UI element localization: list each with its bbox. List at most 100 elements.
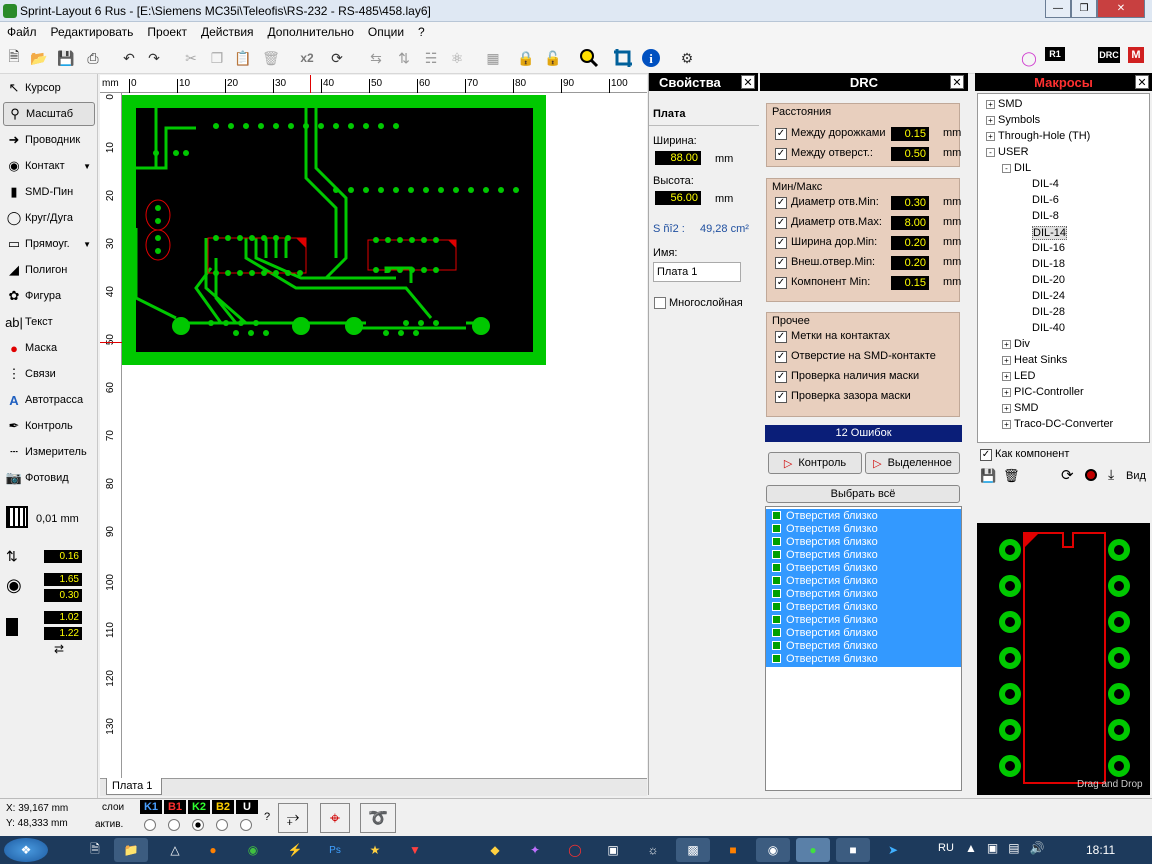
delete-macro-icon[interactable]: 🗑	[1003, 468, 1020, 484]
taskbar-telegram[interactable]: ➤	[876, 838, 910, 862]
tree-item[interactable]: SMD	[1014, 402, 1038, 414]
grid-icon[interactable]	[6, 506, 28, 528]
dropdown-arrow-icon[interactable]: ▼	[83, 162, 91, 171]
tree-item[interactable]: DIL-18	[1032, 258, 1065, 270]
tree-item[interactable]: DIL-8	[1032, 210, 1059, 222]
expand-icon[interactable]: +	[1002, 404, 1011, 413]
tool-connections[interactable]: ⋮ Связи	[3, 362, 95, 386]
smd-width-value[interactable]: 1.02	[44, 611, 82, 624]
properties-close-button[interactable]: ✕	[741, 75, 755, 89]
error-list[interactable]: Отверстия близко Отверстия близко Отверсти…	[765, 506, 962, 791]
active-layer-radio[interactable]	[216, 819, 228, 831]
error-list-item[interactable]: Отверстия близко	[772, 574, 962, 587]
taskbar-app-1[interactable]: 🗎	[78, 838, 112, 862]
undo-icon[interactable]: ↶	[118, 47, 140, 69]
error-list-item[interactable]: Отверстия близко	[772, 561, 962, 574]
expand-icon[interactable]: +	[986, 100, 995, 109]
error-list-item[interactable]: Отверстия близко	[772, 548, 962, 561]
error-list-item[interactable]: Отверстия близко	[772, 509, 962, 522]
track-width-value[interactable]: 0.16	[44, 550, 82, 563]
taskbar-app-19[interactable]: ■	[836, 838, 870, 862]
active-layer-radio[interactable]	[168, 819, 180, 831]
taskbar-sprint-layout[interactable]: ●	[796, 838, 830, 862]
lock-icon[interactable]: 🔒	[515, 47, 537, 69]
taskbar-app-11[interactable]: ✦	[518, 838, 552, 862]
new-file-icon[interactable]: 🗎	[3, 47, 25, 69]
drc-value-input[interactable]: 0.20	[891, 256, 929, 270]
import-icon[interactable]: ⤓	[1108, 466, 1114, 483]
expand-icon[interactable]: +	[1002, 388, 1011, 397]
drc-checkbox[interactable]: ✓	[775, 148, 787, 160]
swap-icon[interactable]: ⇄	[54, 642, 64, 656]
menu-item[interactable]: Файл	[0, 25, 44, 39]
drc-checkbox[interactable]: ✓	[775, 277, 787, 289]
macros-close-button[interactable]: ✕	[1135, 75, 1149, 89]
expand-icon[interactable]: +	[986, 116, 995, 125]
via-icon[interactable]: ◯	[1018, 47, 1040, 69]
drc-value-input[interactable]: 0.15	[891, 127, 929, 141]
taskbar-opera[interactable]: ◯	[558, 838, 592, 862]
dropdown-arrow-icon[interactable]: ▼	[83, 240, 91, 249]
tree-item[interactable]: Div	[1014, 338, 1030, 350]
target-tool-icon[interactable]: ⌖	[320, 803, 350, 833]
rotate-macro-icon[interactable]: ⟳	[1061, 466, 1074, 484]
duplicate-button[interactable]: x2	[296, 47, 318, 69]
drc-value-input[interactable]: 0.20	[891, 236, 929, 250]
mirror-v-icon[interactable]: ⇅	[393, 47, 415, 69]
tree-item[interactable]: Through-Hole (TH)	[998, 130, 1090, 142]
expand-icon[interactable]: +	[1002, 340, 1011, 349]
menu-item[interactable]: ?	[411, 25, 432, 39]
tree-item[interactable]: Heat Sinks	[1014, 354, 1067, 366]
mirror-h-icon[interactable]: ⇆	[365, 47, 387, 69]
expand-icon[interactable]: +	[1002, 356, 1011, 365]
track-tool-icon[interactable]: ➰	[360, 803, 396, 833]
collapse-icon[interactable]: -	[1002, 164, 1011, 173]
pad-outer-value[interactable]: 1.65	[44, 573, 82, 586]
error-list-item[interactable]: Отверстия близко	[772, 600, 962, 613]
redo-icon[interactable]: ↷	[143, 47, 165, 69]
active-layer-radio[interactable]	[144, 819, 156, 831]
tree-item[interactable]: USER	[998, 146, 1029, 158]
record-icon[interactable]	[1085, 469, 1097, 481]
rotate-icon[interactable]: ⟳	[326, 47, 348, 69]
grid-value[interactable]: 0,01 mm	[36, 513, 79, 525]
sheet-tab[interactable]: Плата 1	[106, 778, 162, 795]
tool-rect[interactable]: ▭ Прямоуг. ▼	[3, 232, 95, 256]
component-icon[interactable]: ▦	[482, 47, 504, 69]
drc-checkbox[interactable]: ✓	[775, 237, 787, 249]
smd-height-value[interactable]: 1.22	[44, 627, 82, 640]
align-icon[interactable]: ☵	[420, 47, 442, 69]
error-list-item[interactable]: Отверстия близко	[772, 535, 962, 548]
tool-measure[interactable]: ┄ Измеритель	[3, 440, 95, 464]
width-value[interactable]: 88.00	[655, 151, 701, 165]
tool-track[interactable]: ➜ Проводник	[3, 128, 95, 152]
layer-b2-button[interactable]: B2	[212, 800, 234, 814]
menu-item[interactable]: Редактировать	[44, 25, 141, 39]
expand-icon[interactable]: +	[986, 132, 995, 141]
info-icon[interactable]: i	[640, 47, 662, 69]
active-layer-radio[interactable]	[240, 819, 252, 831]
taskbar-explorer[interactable]: 📁	[114, 838, 148, 862]
taskbar-app-10[interactable]: ◆	[478, 838, 512, 862]
taskbar-app-15[interactable]: ▩	[676, 838, 710, 862]
minimize-button[interactable]: —	[1045, 0, 1071, 18]
tree-item[interactable]: DIL	[1014, 162, 1031, 174]
taskbar-app-16[interactable]: ■	[716, 838, 750, 862]
taskbar-app-13[interactable]: ▣	[596, 838, 630, 862]
macro-tree[interactable]: + SMD + Symbols + Through-Hole (TH) - USER - DIL D…	[977, 93, 1150, 443]
tree-item[interactable]: DIL-24	[1032, 290, 1065, 302]
delete-icon[interactable]: 🗑	[260, 47, 282, 69]
tree-item[interactable]: DIL-16	[1032, 242, 1065, 254]
close-button[interactable]: ✕	[1097, 0, 1145, 18]
r1-button[interactable]: R1	[1045, 47, 1065, 61]
tool-cursor[interactable]: ↖ Курсор	[3, 76, 95, 100]
layer-u-button[interactable]: U	[236, 800, 258, 814]
save-icon[interactable]: 💾	[55, 47, 77, 69]
menu-item[interactable]: Опции	[361, 25, 411, 39]
drc-checkbox[interactable]: ✓	[775, 217, 787, 229]
drc-value-input[interactable]: 0.50	[891, 147, 929, 161]
layer-k1-button[interactable]: K1	[140, 800, 162, 814]
drc-value-input[interactable]: 8.00	[891, 216, 929, 230]
copy-icon[interactable]: ❐	[206, 47, 228, 69]
tree-item[interactable]: PIC-Controller	[1014, 386, 1084, 398]
